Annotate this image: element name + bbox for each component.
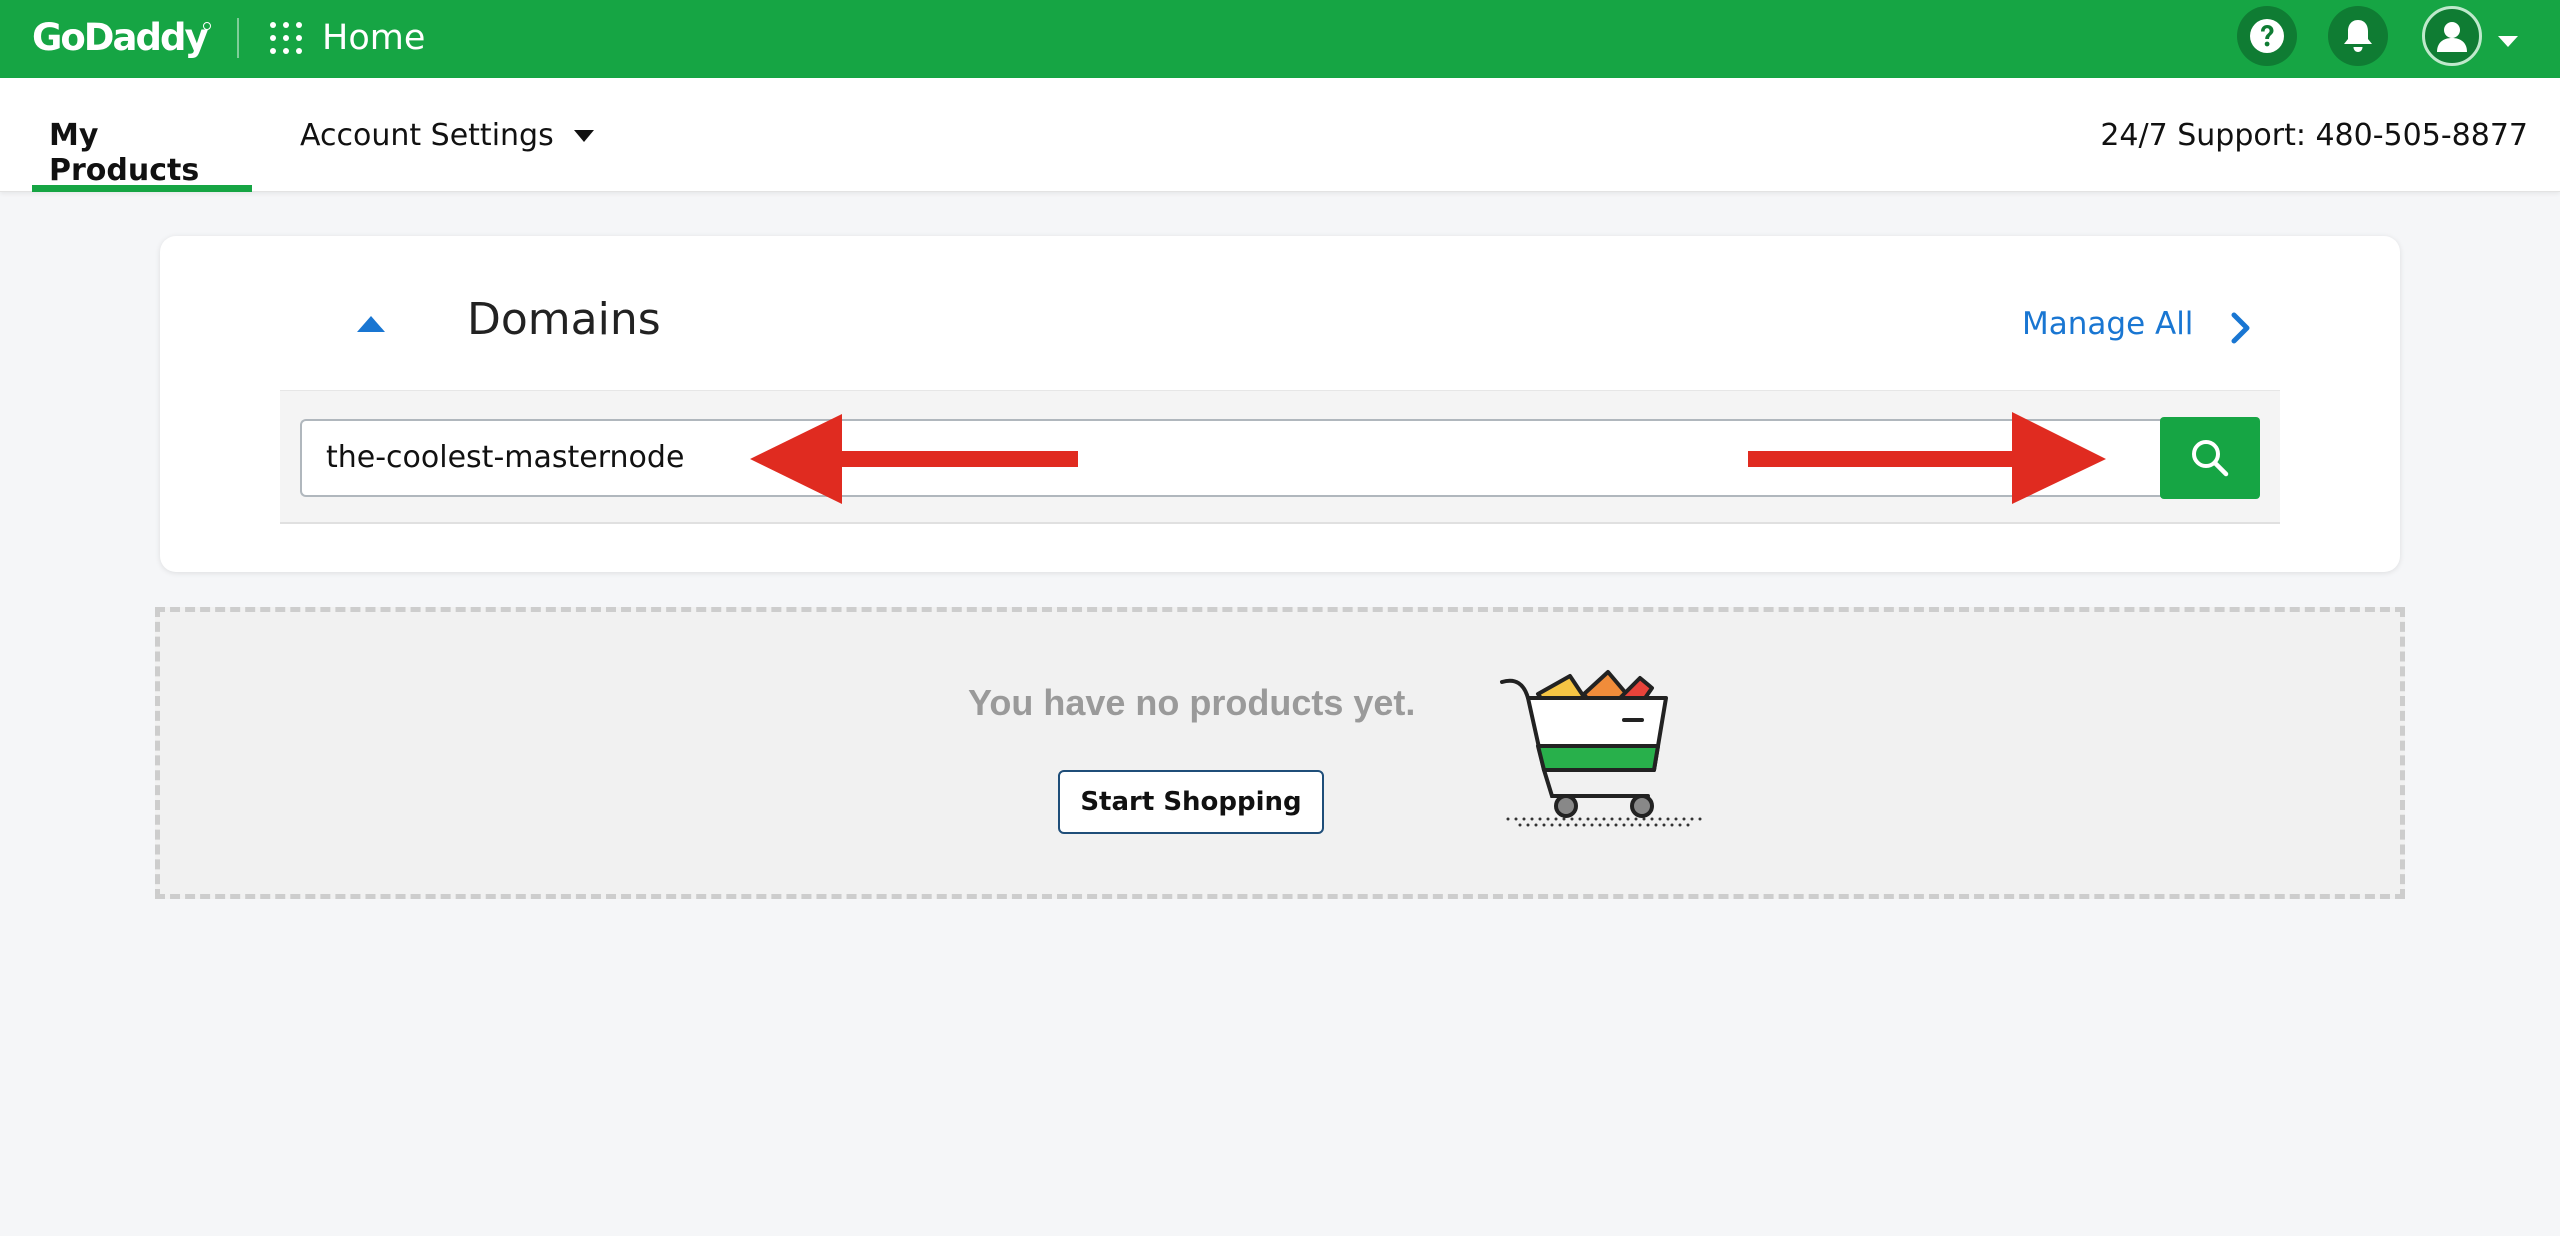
user-avatar-icon[interactable] [2422,6,2482,66]
topbar-divider [237,18,239,58]
domain-search-strip: the-coolest-masternode [280,390,2280,524]
godaddy-logo[interactable]: GoDaddy [32,16,209,59]
chevron-down-icon[interactable] [2498,36,2518,47]
help-icon[interactable] [2237,6,2297,66]
shopping-cart-icon [1500,670,1702,827]
empty-message: You have no products yet. [968,682,1416,723]
tab-label: Account Settings [300,118,554,153]
apps-grid-icon[interactable] [270,22,302,54]
secondary-nav: My Products Account Settings 24/7 Suppor… [0,78,2560,192]
registered-mark [203,22,211,30]
domains-card: Domains Manage All the-coolest-masternod… [160,236,2400,572]
domain-search-input[interactable]: the-coolest-masternode [300,419,2162,497]
chevron-right-icon[interactable] [2230,312,2252,344]
top-bar: GoDaddy Home [0,0,2560,78]
caret-down-icon [573,129,594,142]
start-shopping-button[interactable]: Start Shopping [1058,770,1324,834]
empty-products-panel: You have no products yet. Start Shopping [155,607,2405,899]
card-title: Domains [467,294,661,345]
tab-label: My Products [49,118,200,188]
support-phone[interactable]: 24/7 Support: 480-505-8877 [2100,118,2528,153]
active-tab-indicator [32,185,252,192]
manage-all-link[interactable]: Manage All [2022,306,2193,342]
tab-account-settings[interactable]: Account Settings [300,118,594,153]
collapse-caret-icon[interactable] [357,316,385,332]
search-icon [2192,440,2229,477]
bell-icon[interactable] [2328,6,2388,66]
tab-my-products[interactable]: My Products [32,78,252,192]
app-title[interactable]: Home [322,18,425,58]
search-button[interactable] [2160,417,2260,499]
